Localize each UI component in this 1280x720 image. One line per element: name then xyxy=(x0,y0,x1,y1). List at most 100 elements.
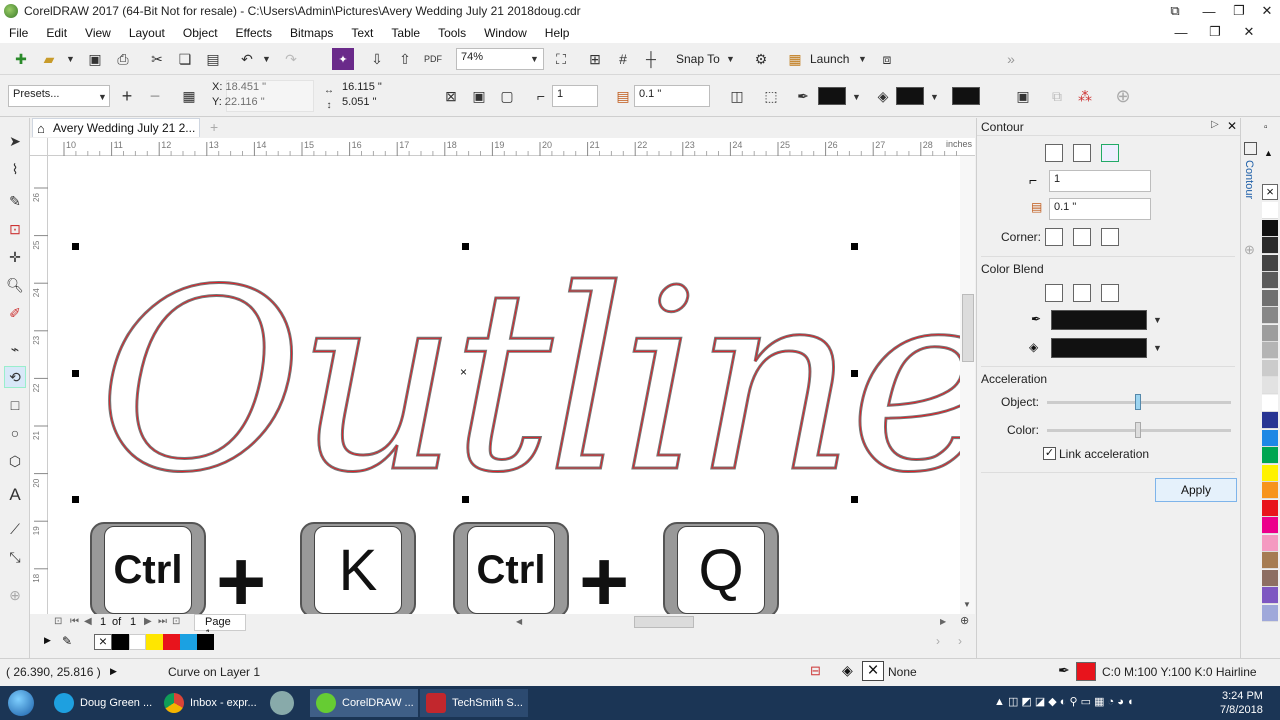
swatch-red[interactable] xyxy=(163,634,180,650)
docker-offset-field[interactable]: 0.1 " xyxy=(1049,198,1151,220)
redo-icon[interactable]: ↷ xyxy=(280,48,302,70)
end-fill-color-swatch[interactable] xyxy=(952,87,980,105)
outside-contour-icon[interactable]: ▢ xyxy=(496,85,518,107)
swatch-black-2[interactable] xyxy=(197,634,214,650)
tray-icons[interactable]: ▲ ◫ ◩ ◪ ◆ ◐ ⚲ ▭ ▦ ◔ ◕ ◖ xyxy=(994,695,1134,708)
outline-color-swatch[interactable] xyxy=(818,87,846,105)
menu-table[interactable]: Table xyxy=(382,26,429,40)
swatch-cyan[interactable] xyxy=(180,634,197,650)
palette-swatch[interactable] xyxy=(1262,482,1278,499)
menu-tools[interactable]: Tools xyxy=(429,26,475,40)
pan-tool-icon[interactable]: ✛ xyxy=(4,246,26,268)
no-color-swatch[interactable]: × xyxy=(94,634,112,650)
selection-handle-bc[interactable] xyxy=(462,496,469,503)
status-expand-icon[interactable]: ▶ xyxy=(110,666,117,677)
add-toolbar-icon[interactable]: ⊕ xyxy=(1112,85,1134,107)
rectangle-tool-icon[interactable]: □ xyxy=(4,394,26,416)
horizontal-scroll-thumb[interactable] xyxy=(634,616,694,628)
menu-help[interactable]: Help xyxy=(536,26,579,40)
palette-swatch[interactable] xyxy=(1262,359,1278,377)
docker-fill-color-swatch[interactable] xyxy=(1051,338,1147,358)
remove-preset-icon[interactable]: − xyxy=(144,85,166,107)
doc-restore-icon[interactable]: ❐ xyxy=(1198,21,1232,43)
selection-handle-bl[interactable] xyxy=(72,496,79,503)
menu-object[interactable]: Object xyxy=(174,26,227,40)
palette-swatch[interactable] xyxy=(1262,604,1278,622)
palette-menu-icon[interactable]: ▫ xyxy=(1264,122,1268,133)
docker-outline-color-dropdown-icon[interactable]: ▼ xyxy=(1153,315,1162,325)
close-button[interactable]: ✕ xyxy=(1250,0,1280,22)
menu-edit[interactable]: Edit xyxy=(37,26,76,40)
task-pinned-app-icon[interactable] xyxy=(270,691,294,715)
status-outline-swatch[interactable] xyxy=(1076,662,1096,681)
apply-button[interactable]: Apply xyxy=(1155,478,1237,502)
pick-tool-icon[interactable]: ➤ xyxy=(4,130,26,152)
new-tab-icon[interactable]: + xyxy=(210,119,218,135)
artistic-media-tool-icon[interactable]: ⌁ xyxy=(4,338,26,360)
inside-contour-icon[interactable]: ▣ xyxy=(468,85,490,107)
palette-swatch[interactable] xyxy=(1262,394,1278,412)
task-techsmith[interactable]: TechSmith S... xyxy=(420,689,528,717)
height-field[interactable]: 5.051 " xyxy=(342,96,377,108)
scroll-down-icon[interactable]: ▼ xyxy=(963,600,971,609)
palette-swatch[interactable] xyxy=(1262,464,1278,482)
docker-to-center-icon[interactable] xyxy=(1045,144,1063,162)
palette-swatch[interactable] xyxy=(1262,447,1278,464)
selection-handle-tc[interactable] xyxy=(462,243,469,250)
swatch-black[interactable] xyxy=(112,634,129,650)
show-guidelines-icon[interactable]: ┼ xyxy=(640,48,662,70)
docker-close-icon[interactable]: ✕ xyxy=(1227,119,1237,133)
blend-clockwise-icon[interactable] xyxy=(1073,284,1091,302)
connector-tool-icon[interactable]: ⤡ xyxy=(4,546,26,568)
palette-swatch[interactable] xyxy=(1262,517,1278,534)
contour-corners-icon[interactable]: ◫ xyxy=(726,85,748,107)
docker-fill-color-dropdown-icon[interactable]: ▼ xyxy=(1153,343,1162,353)
crop-tool-icon[interactable]: ✎ xyxy=(4,190,26,212)
palette-swatch[interactable] xyxy=(1262,254,1278,272)
launch-dropdown-icon[interactable]: ▼ xyxy=(858,54,867,64)
horizontal-ruler[interactable]: 10 11 12 13 14 15 16 17 18 19 20 21 22 23 24 25 26 27 28 i… xyxy=(48,138,975,156)
selection-handle-tr[interactable] xyxy=(851,243,858,250)
zoom-tool-icon[interactable]: 🔍︎ xyxy=(4,274,26,296)
welcome-screen-icon[interactable]: ⧈ xyxy=(876,48,898,70)
swatch-white[interactable] xyxy=(129,634,146,650)
doc-close-icon[interactable]: ✕ xyxy=(1232,21,1266,43)
status-outline-pen-icon[interactable]: ✒ xyxy=(1058,662,1070,679)
save-icon[interactable]: ▣ xyxy=(84,48,106,70)
swatch-yellow[interactable] xyxy=(146,634,163,650)
undo-icon[interactable]: ↶ xyxy=(236,48,258,70)
docker-inside-icon[interactable] xyxy=(1073,144,1091,162)
palette-swatch[interactable] xyxy=(1262,499,1278,517)
freehand-tool-icon[interactable]: ✐ xyxy=(4,302,26,324)
corner-miter-icon[interactable] xyxy=(1045,228,1063,246)
minimize-button[interactable]: — xyxy=(1192,0,1226,22)
palette-scroll-up-icon[interactable]: ▲ xyxy=(1264,148,1273,158)
fill-color-dropdown-icon[interactable]: ▼ xyxy=(930,92,939,102)
copy-icon[interactable]: ❏ xyxy=(174,48,196,70)
home-icon[interactable]: ⌂ xyxy=(37,121,45,136)
page-first-icon[interactable]: ⊡ xyxy=(54,616,62,627)
options-gear-icon[interactable]: ⚙ xyxy=(750,48,772,70)
docker-outside-icon[interactable] xyxy=(1101,144,1119,162)
task-chrome[interactable]: Inbox - expr... xyxy=(158,689,266,717)
color-accel-thumb[interactable] xyxy=(1135,422,1141,438)
print-icon[interactable]: ⎙ xyxy=(112,48,134,70)
task-coreldraw[interactable]: CorelDRAW ... xyxy=(310,689,418,717)
export-icon[interactable]: ⇧ xyxy=(394,48,416,70)
page-last-icon[interactable]: ⏭ xyxy=(158,616,167,627)
contour-effect-icon[interactable]: ⁂ xyxy=(1074,85,1096,107)
page-next-icon[interactable]: ▶ xyxy=(144,616,152,627)
blend-linear-icon[interactable] xyxy=(1045,284,1063,302)
quick-customize-icon[interactable]: ⊕ xyxy=(4,584,26,606)
selection-handle-ml[interactable] xyxy=(72,370,79,377)
palette-swatch[interactable] xyxy=(1262,342,1278,359)
menu-layout[interactable]: Layout xyxy=(120,26,174,40)
contour-color-direction-icon[interactable]: ⬚ xyxy=(760,85,782,107)
start-button[interactable] xyxy=(2,688,40,718)
blend-counterclockwise-icon[interactable] xyxy=(1101,284,1119,302)
to-center-icon[interactable]: ⊠ xyxy=(440,85,462,107)
outline-color-dropdown-icon[interactable]: ▼ xyxy=(852,92,861,102)
palette-swatch[interactable] xyxy=(1262,219,1278,237)
eyedropper-icon[interactable]: ✎ xyxy=(62,634,72,648)
palette-swatch[interactable] xyxy=(1262,569,1278,587)
